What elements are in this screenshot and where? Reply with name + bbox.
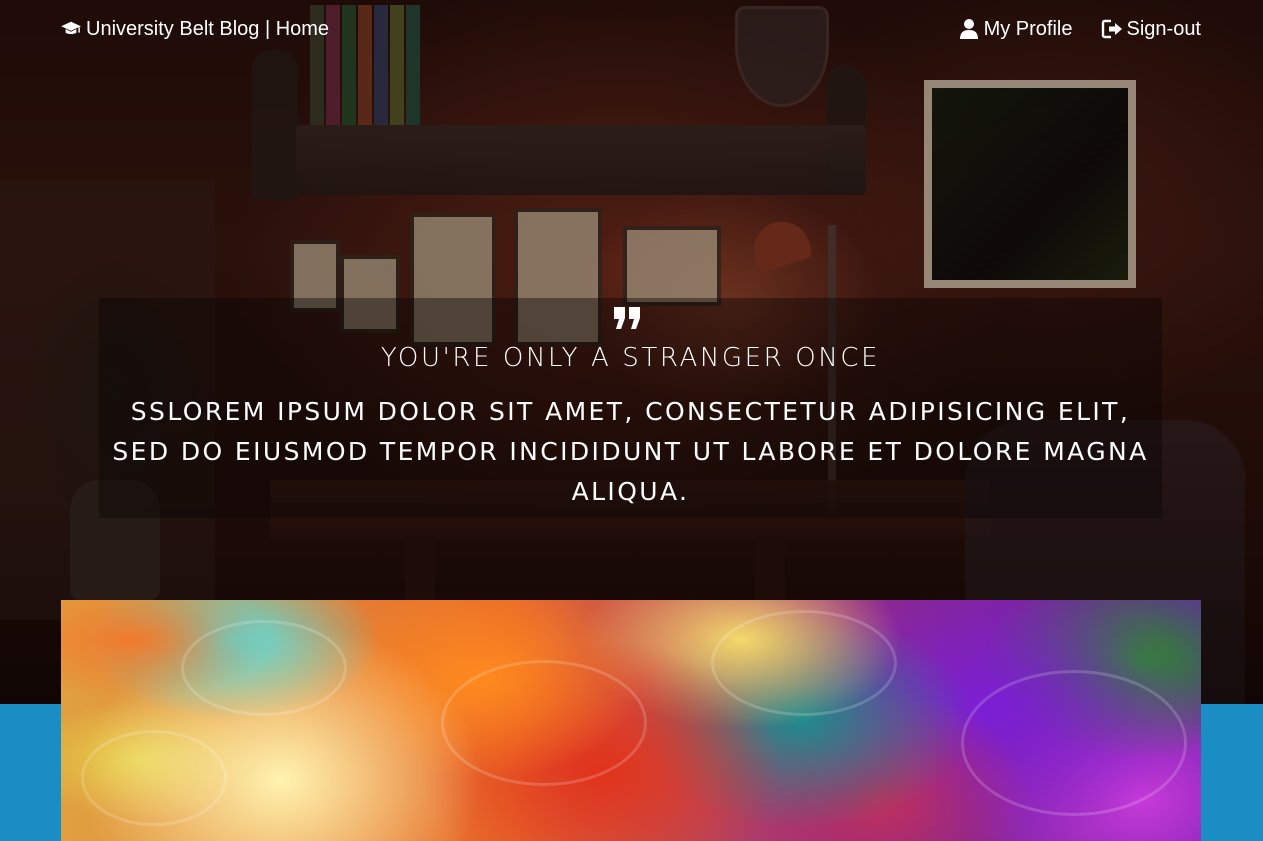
my-profile-link[interactable]: My Profile: [958, 16, 1073, 42]
sign-out-icon: [1101, 19, 1122, 39]
featured-abstract-image: [61, 600, 1201, 841]
hero-quote-box: YOU'RE ONLY A STRANGER ONCE SSLOREM IPSU…: [99, 298, 1162, 518]
quote-title: YOU'RE ONLY A STRANGER ONCE: [380, 343, 881, 373]
quote-text: SSLOREM IPSUM DOLOR SIT AMET, CONSECTETU…: [112, 397, 1149, 506]
nav-right-links: My Profile Sign-out: [958, 16, 1201, 42]
navbar: University Belt Blog | Home My Profile S…: [0, 0, 1263, 58]
graduation-cap-icon: [61, 21, 81, 34]
page: University Belt Blog | Home My Profile S…: [0, 0, 1263, 841]
my-profile-label: My Profile: [983, 18, 1073, 40]
quote-icon: [614, 307, 640, 329]
brand-label: University Belt Blog | Home: [86, 18, 330, 40]
user-icon: [959, 19, 978, 39]
sign-out-link[interactable]: Sign-out: [1101, 16, 1202, 42]
brand-home-link[interactable]: University Belt Blog | Home: [60, 16, 329, 42]
sign-out-label: Sign-out: [1126, 18, 1202, 40]
